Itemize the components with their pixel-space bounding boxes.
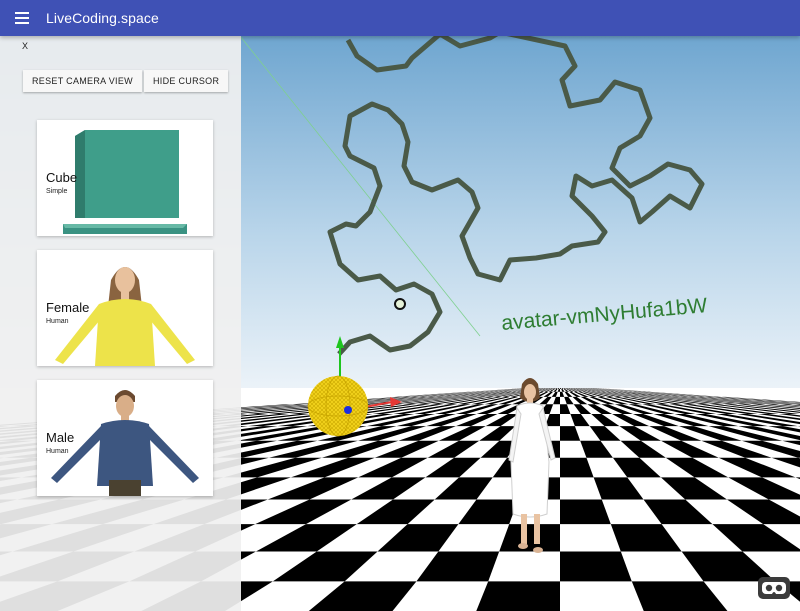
panel-button-row: RESET CAMERA VIEW HIDE CURSOR [23, 70, 229, 92]
floor-tile [476, 581, 560, 611]
card-title: Female [46, 300, 90, 315]
floor-tile [499, 524, 560, 552]
asset-card-cube[interactable]: Cube Simple [37, 120, 213, 236]
asset-card-male[interactable]: Male Human [37, 380, 213, 496]
card-subtitle: Human [46, 448, 69, 455]
menu-button[interactable] [0, 0, 44, 36]
wire-sphere[interactable] [307, 375, 369, 437]
hide-cursor-button[interactable]: HIDE CURSOR [143, 70, 229, 92]
reset-camera-button[interactable]: RESET CAMERA VIEW [23, 70, 142, 92]
vr-headset-icon [758, 577, 790, 599]
card-subtitle: Simple [46, 188, 68, 195]
hamburger-menu-icon [15, 12, 29, 24]
close-panel-button[interactable]: X [22, 41, 28, 51]
asset-card-female[interactable]: Female Human [37, 250, 213, 366]
card-title: Male [46, 430, 75, 445]
card-title: Cube [46, 170, 78, 185]
app-title: LiveCoding.space [46, 10, 159, 26]
card-subtitle: Human [46, 318, 69, 325]
cursor-ring [394, 298, 406, 310]
side-panel: X RESET CAMERA VIEW HIDE CURSOR Cube Sim… [0, 36, 241, 611]
app-bar: LiveCoding.space [0, 0, 800, 36]
vr-mode-button[interactable] [758, 577, 790, 599]
floor-tile [560, 551, 632, 582]
